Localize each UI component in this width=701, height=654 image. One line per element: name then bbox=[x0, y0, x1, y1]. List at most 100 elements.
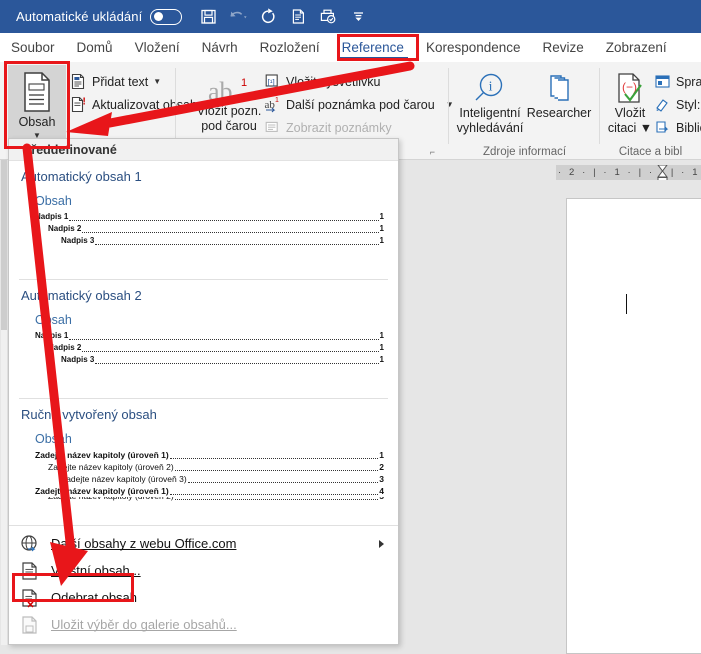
tab-zobrazeni[interactable]: Zobrazení bbox=[595, 33, 678, 62]
toc-entry: Nadpis 2 1 bbox=[35, 223, 384, 235]
toc-preview-heading: Obsah bbox=[35, 194, 72, 208]
zobrazit-poznamky-label: Zobrazit poznámky bbox=[286, 120, 392, 135]
toc-entry-text: Nadpis 2 bbox=[48, 224, 82, 233]
toc-leader-dots bbox=[82, 231, 379, 233]
vlozit-pozn-label-1: Vložit pozn. bbox=[196, 104, 262, 118]
toc-icon bbox=[24, 72, 50, 112]
bibliografie-button[interactable]: Bibliog bbox=[654, 116, 701, 139]
dalsi-poznamka-label: Další poznámka pod čarou bbox=[286, 97, 435, 112]
redo-icon[interactable] bbox=[254, 4, 282, 30]
toc-entry-text: Nadpis 1 bbox=[35, 331, 69, 340]
menu-item-odebrat-obsah[interactable]: Odebrat obsah bbox=[9, 584, 398, 611]
toc-entry-page: 1 bbox=[379, 450, 384, 460]
footnote-dialog-launcher[interactable]: ⌐ bbox=[430, 147, 435, 157]
globe-icon bbox=[21, 534, 37, 551]
menu-item-vlastni-obsah[interactable]: Vlastní obsah... bbox=[9, 557, 398, 584]
style-brush-icon bbox=[656, 99, 668, 112]
tab-label: Korespondence bbox=[425, 40, 521, 55]
researcher-button[interactable]: Researcher bbox=[523, 72, 595, 121]
vlozit-citaci-label-1: Vložit bbox=[614, 106, 646, 120]
toc-entry-page: 4 bbox=[379, 486, 384, 496]
ribbon-group-zdroje-informaci: i Inteligentní vyhledávání Researcher Zd… bbox=[449, 62, 600, 160]
toc-entry-page: 1 bbox=[379, 224, 384, 233]
tab-soubor[interactable]: Soubor bbox=[0, 33, 66, 62]
tab-rozlozeni[interactable]: Rozložení bbox=[249, 33, 331, 62]
toc-leader-dots bbox=[69, 219, 379, 221]
toc-leader-dots bbox=[174, 469, 379, 471]
toc-entry: Nadpis 2 1 bbox=[35, 342, 384, 354]
inteligentni-label-1: Inteligentní bbox=[459, 106, 521, 120]
zobrazit-poznamky-button[interactable]: Zobrazit poznámky bbox=[264, 116, 454, 139]
toc-entry: Zadejte název kapitoly (úroveň 1) 4 bbox=[35, 485, 384, 497]
toc-leader-dots bbox=[69, 338, 379, 340]
dalsi-poznamka-button[interactable]: ab 1 Další poznámka pod čarou ▼ bbox=[264, 93, 454, 116]
toc-entry-text: Nadpis 2 bbox=[48, 343, 82, 352]
document-area[interactable] bbox=[400, 160, 701, 654]
gallery-item-automaticky-obsah-1[interactable]: Automatický obsah 1 Obsah Nadpis 1 1 Nadp… bbox=[9, 161, 398, 280]
tab-vlozeni[interactable]: Vložení bbox=[124, 33, 191, 62]
toc-entry-text: Nadpis 3 bbox=[61, 355, 95, 364]
undo-icon[interactable] bbox=[224, 4, 252, 30]
tab-domu[interactable]: Domů bbox=[66, 33, 124, 62]
toc-leader-dots bbox=[95, 243, 379, 245]
tab-label: Domů bbox=[76, 40, 113, 55]
vlozit-pozn-pod-carou-button[interactable]: ab 1 Vložit pozn. pod čarou bbox=[190, 74, 268, 134]
toc-entry-page: 2 bbox=[379, 462, 384, 472]
print-check-icon[interactable] bbox=[314, 4, 342, 30]
customize-qat-icon[interactable] bbox=[344, 4, 372, 30]
tab-label: Vložení bbox=[134, 40, 180, 55]
menu-item-dalsi-obsahy[interactable]: Další obsahy z webu Office.com bbox=[9, 530, 398, 557]
toc-leader-dots bbox=[95, 362, 379, 364]
ribbon-tab-bar: Soubor Domů Vložení Návrh Rozložení Refe… bbox=[0, 33, 701, 62]
autosave-toggle-knob bbox=[154, 12, 164, 22]
ruler-marks: · 2 · | · 1 · | · · | · 1 bbox=[558, 167, 701, 178]
toc-entry-text: Zadejte název kapitoly (úroveň 1) bbox=[35, 486, 169, 496]
autosave-label: Automatické ukládání bbox=[16, 9, 143, 24]
toc-preview: Obsah Nadpis 1 1 Nadpis 2 1 Nadpis 3 1 bbox=[19, 305, 388, 372]
tab-reference[interactable]: Reference bbox=[331, 33, 415, 62]
title-bar: Automatické ukládání bbox=[0, 0, 701, 33]
gallery-items: Automatický obsah 1 Obsah Nadpis 1 1 Nadp… bbox=[9, 161, 398, 561]
gallery-bottom-menu: Další obsahy z webu Office.com Vlastní o… bbox=[9, 525, 398, 644]
gallery-scrollbar-thumb[interactable] bbox=[1, 160, 7, 330]
document-page[interactable] bbox=[566, 198, 701, 654]
toc-leader-dots bbox=[169, 457, 379, 459]
gallery-item-rucne-vytvoreny-obsah[interactable]: Ručně vytvořený obsah Obsah Zadejte náze… bbox=[9, 399, 398, 508]
insert-citation-icon: (−) bbox=[618, 73, 642, 103]
save-icon[interactable] bbox=[194, 4, 222, 30]
tab-korespondence[interactable]: Korespondence bbox=[415, 33, 532, 62]
gallery-item-title: Automatický obsah 2 bbox=[21, 288, 142, 303]
toc-entry-page: 3 bbox=[379, 474, 384, 484]
print-preview-icon[interactable] bbox=[284, 4, 312, 30]
styl-dropdown[interactable]: Styl: bbox=[654, 93, 701, 116]
svg-text:1: 1 bbox=[275, 97, 279, 104]
manage-sources-icon bbox=[655, 75, 670, 88]
gallery-item-title: Ručně vytvořený obsah bbox=[21, 407, 157, 422]
toc-entry-page: 1 bbox=[379, 212, 384, 221]
smart-lookup-icon: i bbox=[475, 73, 503, 101]
horizontal-ruler[interactable]: · 2 · | · 1 · | · · | · 1 bbox=[556, 165, 701, 180]
vlozit-citaci-button[interactable]: (−) Vložit citaci ▼ bbox=[604, 72, 656, 136]
toc-leader-dots bbox=[174, 498, 379, 500]
menu-item-ulozit-vyber[interactable]: Uložit výběr do galerie obsahů... bbox=[9, 611, 398, 638]
vlozit-pozn-label-2: pod čarou bbox=[201, 119, 257, 133]
tab-navrh[interactable]: Návrh bbox=[191, 33, 249, 62]
gallery-item-automaticky-obsah-2[interactable]: Automatický obsah 2 Obsah Nadpis 1 1 Nadp… bbox=[9, 280, 398, 399]
tab-label: Návrh bbox=[201, 40, 238, 55]
toc-preview: Obsah Zadejte název kapitoly (úroveň 1) 1… bbox=[19, 424, 388, 508]
toc-entry-page: 1 bbox=[379, 355, 384, 364]
spravovat-zdroje-button[interactable]: Spravo bbox=[654, 70, 701, 93]
tab-revize[interactable]: Revize bbox=[532, 33, 595, 62]
obsah-dropdown-gallery[interactable]: Předdefinované Automatický obsah 1 Obsah… bbox=[8, 138, 399, 645]
researcher-label: Researcher bbox=[526, 106, 592, 120]
autosave-toggle[interactable] bbox=[150, 8, 183, 25]
inteligentni-vyhledavani-button[interactable]: i Inteligentní vyhledávání bbox=[455, 72, 525, 136]
word-application-window: Automatické ukládání Soubor Domů Vložení… bbox=[0, 0, 701, 654]
update-toc-icon: ! bbox=[71, 97, 86, 113]
tab-label: Reference bbox=[341, 40, 404, 55]
vlozit-vysvetlivku-button[interactable]: [¹] Vložit vysvětlivku bbox=[264, 70, 454, 93]
gallery-scrollbar[interactable] bbox=[1, 160, 7, 645]
obsah-button[interactable]: Obsah ▼ bbox=[8, 65, 66, 145]
indent-marker-icon[interactable] bbox=[657, 165, 668, 180]
toc-entry-text: Nadpis 3 bbox=[61, 236, 95, 245]
